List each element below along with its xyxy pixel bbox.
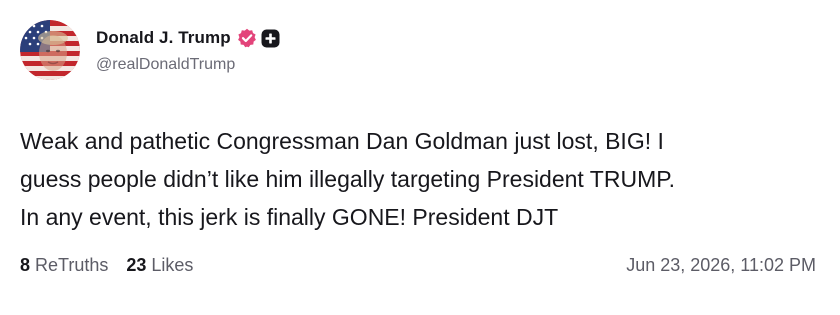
post-header: Donald J. Trump @realDonaldTrump	[20, 20, 820, 80]
plus-badge-icon	[261, 29, 280, 48]
post-text: Weak and pathetic Congressman Dan Goldma…	[20, 128, 675, 230]
retruths-label: ReTruths	[35, 255, 109, 275]
likes-stat[interactable]: 23 Likes	[126, 255, 193, 276]
likes-label: Likes	[151, 255, 194, 275]
verified-badge-icon	[237, 28, 257, 48]
name-row: Donald J. Trump	[96, 26, 280, 50]
author-handle[interactable]: @realDonaldTrump	[96, 56, 280, 74]
post-timestamp[interactable]: Jun 23, 2026, 11:02 PM	[626, 255, 816, 276]
retruths-stat[interactable]: 8 ReTruths	[20, 255, 108, 276]
post-footer: 8 ReTruths 23 Likes Jun 23, 2026, 11:02 …	[20, 255, 816, 276]
retruths-count: 8	[20, 255, 31, 275]
avatar-image	[20, 20, 80, 80]
avatar[interactable]	[20, 20, 80, 80]
author-info: Donald J. Trump @realDonaldTrump	[96, 26, 280, 74]
post-card: Donald J. Trump @realDonaldTrump Weak an…	[0, 0, 840, 315]
display-name[interactable]: Donald J. Trump	[96, 28, 231, 48]
likes-count: 23	[126, 255, 147, 275]
